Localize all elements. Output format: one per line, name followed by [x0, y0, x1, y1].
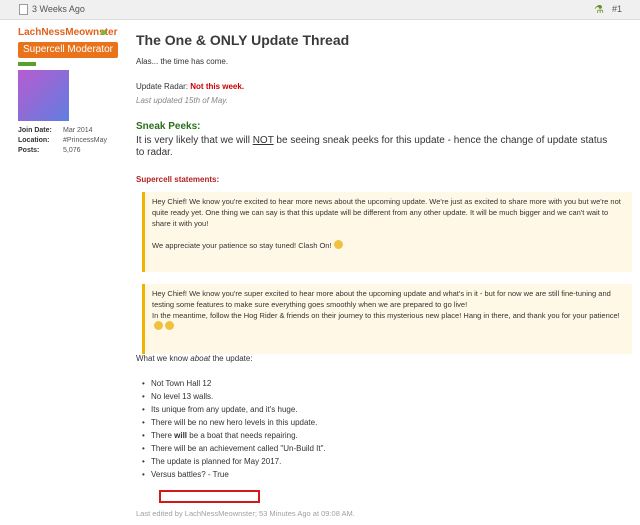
- post-time: 3 Weeks Ago: [32, 4, 85, 14]
- know-heading: What we know aboat the update:: [136, 354, 253, 363]
- post-title: The One & ONLY Update Thread: [136, 32, 350, 48]
- join-date-value: Mar 2014: [63, 127, 93, 134]
- sneak-peeks-body: It is very likely that we will NOT be se…: [136, 135, 616, 159]
- location-label: Location:: [18, 137, 50, 144]
- sneak-not: NOT: [252, 135, 274, 146]
- last-updated: Last updated 15th of May.: [136, 96, 228, 105]
- list-item: Not Town Hall 12: [142, 379, 211, 388]
- know-emphasis: aboat: [190, 354, 211, 363]
- quote-paragraph: Hey Chief! We know you're super excited …: [152, 289, 611, 309]
- smiley-icon: [165, 321, 174, 330]
- know-text-1: What we know: [136, 354, 191, 363]
- posts-label: Posts:: [18, 147, 40, 154]
- list-emphasis: will: [174, 431, 188, 440]
- post-body: The One & ONLY Update Thread Alas... the…: [136, 20, 632, 525]
- document-icon: [19, 4, 28, 15]
- list-item: There will be a boat that needs repairin…: [142, 431, 298, 440]
- list-item: No level 13 walls.: [142, 392, 213, 401]
- last-edited-note: Last edited by LachNessMeownster; 53 Min…: [136, 509, 355, 518]
- radar-label: Update Radar:: [136, 82, 189, 91]
- reputation-bar: [18, 62, 36, 66]
- list-item: Versus battles? - True: [142, 470, 229, 479]
- quote-paragraph: We appreciate your patience so stay tune…: [152, 240, 625, 251]
- quote-text: In the meantime, follow the Hog Rider & …: [152, 311, 620, 320]
- quote-text: We appreciate your patience so stay tune…: [152, 241, 332, 250]
- list-item: There will be no new hero levels in this…: [142, 418, 317, 427]
- sneak-text-1: It is very likely that we will: [136, 135, 253, 146]
- quote-block: Hey Chief! We know you're excited to hea…: [142, 192, 632, 272]
- user-title-badge: Supercell Moderator: [18, 42, 118, 58]
- list-item: Its unique from any update, and it's hug…: [142, 405, 297, 414]
- list-text: be a boat that needs repairing.: [187, 431, 298, 440]
- post-header-bar: 3 Weeks Ago ⚗ #1: [0, 0, 640, 20]
- location-value: #PrincessMay: [63, 137, 107, 144]
- avatar[interactable]: [18, 70, 69, 121]
- user-icon[interactable]: ⚗: [594, 3, 604, 16]
- list-item: The update is planned for May 2017.: [142, 457, 281, 466]
- sneak-peeks-heading: Sneak Peeks:: [136, 121, 201, 132]
- highlight-box: [159, 490, 260, 503]
- know-text-2: the update:: [210, 354, 253, 363]
- radar-status: Not this week.: [190, 82, 245, 91]
- quote-paragraph: Hey Chief! We know you're excited to hea…: [152, 197, 621, 228]
- list-text: There: [151, 431, 175, 440]
- intro-text: Alas... the time has come.: [136, 57, 229, 66]
- smiley-icon: [154, 321, 163, 330]
- posts-value: 5,076: [63, 147, 81, 154]
- list-item: There will be an achievement called "Un-…: [142, 444, 326, 453]
- join-date-label: Join Date:: [18, 127, 52, 134]
- supercell-statements-heading: Supercell statements:: [136, 175, 220, 184]
- post-number-link[interactable]: #1: [612, 4, 622, 14]
- quote-block: Hey Chief! We know you're super excited …: [142, 284, 632, 354]
- online-status-icon: [101, 30, 106, 35]
- update-radar: Update Radar: Not this week.: [136, 81, 244, 92]
- smiley-icon: [333, 240, 343, 249]
- quote-paragraph: In the meantime, follow the Hog Rider & …: [152, 310, 625, 332]
